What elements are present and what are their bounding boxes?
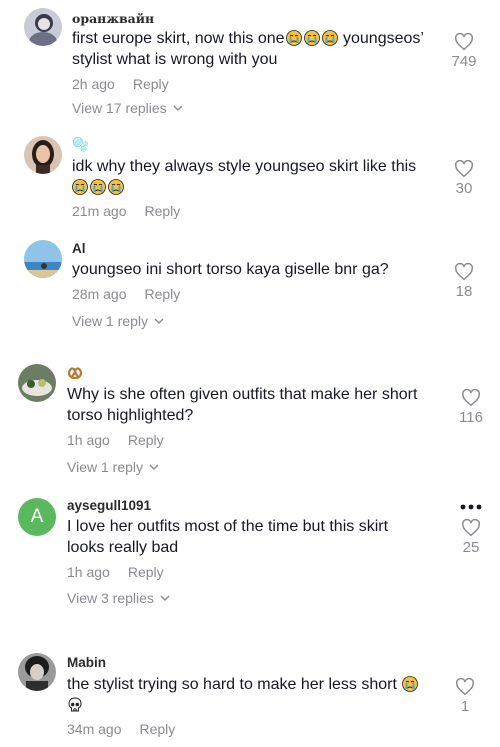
comment-username[interactable]	[67, 364, 83, 380]
skull-emoji	[67, 697, 83, 713]
comment-time: 1h ago	[67, 564, 110, 580]
comment-text-line: I love her outfits most of the time but …	[67, 518, 389, 535]
comment-text-line: youngseo ini short torso kaya giselle bn…	[72, 261, 389, 278]
like-count: 116	[459, 409, 483, 426]
crying-emoji	[402, 676, 419, 692]
chevron-down-icon	[154, 318, 164, 324]
comment-text: the stylist trying so hard to make her l…	[67, 674, 419, 716]
like-button[interactable]: 30	[444, 160, 484, 197]
reply-button[interactable]: Reply	[128, 432, 164, 448]
comment-text-line: youngseos’	[338, 30, 424, 47]
pretzel-emoji	[67, 364, 83, 380]
comment-text-line: the stylist trying so hard to make her l…	[67, 676, 397, 693]
comment-text: I love her outfits most of the time but …	[67, 516, 388, 558]
heart-icon	[455, 160, 473, 178]
crying-emoji	[90, 179, 106, 195]
crying-emoji	[72, 179, 88, 195]
comment-text-line: torso highlighted?	[67, 407, 194, 424]
avatar-image-icon	[18, 653, 56, 691]
reply-button[interactable]: Reply	[144, 203, 180, 219]
avatar[interactable]	[24, 136, 62, 174]
comment-username[interactable]: Mabin	[67, 655, 106, 670]
like-count: 18	[455, 283, 473, 300]
avatar-image-icon	[24, 8, 62, 46]
comment-text: Why is she often given outfits that make…	[67, 384, 417, 426]
comment-meta: 28m ago Reply	[72, 286, 180, 302]
chevron-down-icon	[160, 595, 170, 601]
comment-text-line: stylist what is wrong with you	[72, 51, 278, 68]
comment-username[interactable]: оранжвайн	[72, 11, 154, 26]
avatar[interactable]	[18, 653, 56, 691]
comment-text: idk why they always style youngseo skirt…	[72, 156, 416, 198]
heart-icon	[455, 33, 473, 51]
heart-icon	[462, 519, 480, 537]
comment-text-line: idk why they always style youngseo skirt…	[72, 158, 417, 175]
like-count: 30	[455, 180, 473, 197]
avatar-image-icon	[24, 136, 62, 174]
comment-time: 1h ago	[67, 432, 110, 448]
view-replies-label: View 1 reply	[72, 313, 149, 329]
view-replies-button[interactable]: View 17 replies	[72, 100, 183, 116]
comment-meta: 1h ago Reply	[67, 564, 164, 580]
chevron-down-icon	[173, 105, 183, 111]
avatar[interactable]	[24, 8, 62, 46]
reply-button[interactable]: Reply	[133, 76, 169, 92]
like-button[interactable]: 749	[444, 33, 484, 70]
comment-text-line: first europe skirt, now this one	[72, 30, 285, 47]
comment-username[interactable]: Al	[72, 241, 86, 256]
avatar[interactable]: A	[18, 498, 56, 536]
heart-icon	[462, 389, 480, 407]
view-replies-button[interactable]: View 3 replies	[67, 590, 170, 606]
crying-emoji	[321, 30, 338, 46]
avatar[interactable]	[24, 240, 62, 278]
comment-time: 28m ago	[72, 286, 127, 302]
comment-text: first europe skirt, now this one youngse…	[72, 28, 424, 70]
like-count: 25	[462, 539, 480, 556]
comment-username[interactable]: 🫧	[72, 137, 89, 153]
chevron-down-icon	[149, 464, 159, 470]
like-button[interactable]: 116	[451, 389, 491, 426]
crying-emoji	[285, 30, 302, 46]
comment-time: 21m ago	[72, 203, 127, 219]
comment-meta: 2h ago Reply	[72, 76, 169, 92]
like-count: 749	[451, 53, 477, 70]
view-replies-button[interactable]: View 1 reply	[67, 459, 159, 475]
view-replies-label: View 17 replies	[72, 100, 167, 116]
like-button[interactable]: 25	[451, 519, 491, 556]
view-replies-button[interactable]: View 1 reply	[72, 313, 164, 329]
like-button[interactable]: 1	[445, 678, 485, 715]
like-button[interactable]: 18	[444, 263, 484, 300]
comment-text-line: Why is she often given outfits that make…	[67, 386, 418, 403]
reply-button[interactable]: Reply	[144, 286, 180, 302]
more-options-icon[interactable]	[459, 503, 483, 511]
comment-meta: 21m ago Reply	[72, 203, 180, 219]
comment-meta: 1h ago Reply	[67, 432, 164, 448]
like-count: 1	[460, 698, 470, 715]
view-replies-label: View 1 reply	[67, 459, 144, 475]
crying-emoji	[108, 179, 124, 195]
reply-button[interactable]: Reply	[139, 721, 175, 737]
view-replies-label: View 3 replies	[67, 590, 154, 606]
crying-emoji	[303, 30, 320, 46]
comment-username[interactable]: aysegull1091	[67, 498, 151, 513]
heart-icon	[456, 678, 474, 696]
comment-time: 2h ago	[72, 76, 115, 92]
avatar-image-icon	[18, 364, 56, 402]
comment-time: 34m ago	[67, 721, 122, 737]
comment-text: youngseo ini short torso kaya giselle bn…	[72, 259, 389, 280]
comment-text-line: looks really bad	[67, 539, 179, 556]
comment-meta: 34m ago Reply	[67, 721, 175, 737]
avatar-image-icon	[24, 240, 62, 278]
reply-button[interactable]: Reply	[128, 564, 164, 580]
avatar[interactable]	[18, 364, 56, 402]
heart-icon	[455, 263, 473, 281]
